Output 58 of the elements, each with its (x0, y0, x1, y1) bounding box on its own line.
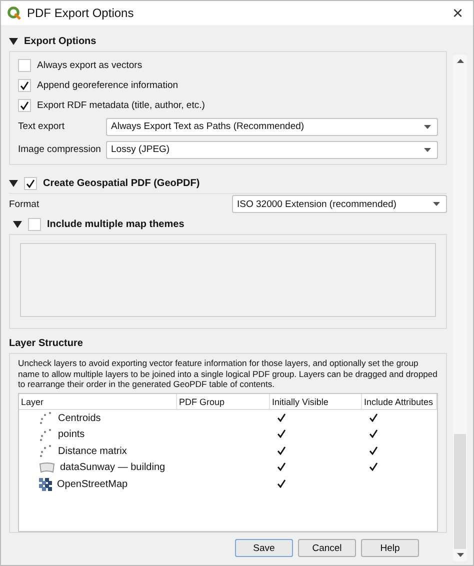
section-title: Include multiple map themes (47, 218, 184, 230)
points-layer-icon (39, 428, 53, 441)
field-label: Text export (18, 121, 66, 132)
checkbox[interactable] (18, 58, 31, 72)
layer-name: OpenStreetMap (57, 478, 128, 490)
scrollbar-thumb[interactable] (454, 434, 466, 549)
points-layer-icon (39, 445, 53, 458)
scroll-up-icon[interactable] (456, 59, 464, 63)
app-logo-icon (7, 6, 21, 20)
raster-layer-icon (39, 478, 52, 491)
checkbox[interactable] (368, 412, 379, 423)
dropdown[interactable]: Always Export Text as Paths (Recommended) (106, 118, 438, 136)
layer-name: dataSunway — building (60, 462, 166, 474)
checkbox-label: Export RDF metadata (title, author, etc.) (37, 100, 205, 110)
polygon-layer-icon (39, 462, 55, 474)
dropdown[interactable]: ISO 32000 Extension (recommended) (232, 195, 447, 213)
checkbox[interactable] (276, 412, 287, 423)
checkbox[interactable] (368, 428, 379, 440)
field-label: Format (9, 198, 40, 210)
checkbox[interactable] (276, 444, 287, 456)
layer-name: Distance matrix (58, 446, 127, 457)
caret-icon (424, 124, 431, 128)
caret-icon (433, 202, 440, 206)
points-layer-icon (39, 412, 53, 424)
section-title: Layer Structure (9, 338, 83, 348)
section-title: Create Geospatial PDF (GeoPDF) (43, 178, 200, 188)
layer-name: Centroids (58, 412, 101, 424)
caret-icon (424, 148, 431, 152)
collapse-icon[interactable] (9, 178, 18, 188)
section-title: Export Options (24, 36, 96, 46)
collapse-icon[interactable] (13, 220, 22, 228)
checkbox[interactable] (18, 98, 31, 112)
cancel-button[interactable]: Cancel (298, 539, 356, 557)
checkbox[interactable] (24, 176, 37, 190)
close-button[interactable]: × (448, 4, 467, 22)
help-button[interactable]: Help (361, 539, 419, 557)
layer-name: points (58, 429, 85, 440)
column-header[interactable]: PDF Group (177, 394, 270, 410)
checkbox-label: Append georeference information (37, 80, 178, 90)
collapse-icon[interactable] (9, 36, 18, 46)
checkbox[interactable] (368, 444, 379, 456)
column-header[interactable]: Include Attributes (362, 394, 437, 410)
column-header[interactable]: Initially Visible (270, 394, 362, 410)
save-button[interactable]: Save (235, 539, 293, 557)
checkbox[interactable] (276, 428, 287, 440)
checkbox[interactable] (28, 218, 41, 230)
dropdown[interactable]: Lossy (JPEG) (106, 140, 438, 158)
checkbox[interactable] (18, 78, 31, 92)
description-text: Uncheck layers to avoid exporting vector feature information for those layers, and optionally set the group name to allow multiple layers to be joined into a single logical PDF group. Layers can be dragged and dropped to rearrange their order in the generated GeoPDF table of contents. (18, 358, 438, 390)
checkbox[interactable] (276, 461, 287, 472)
checkbox-label: Always export as vectors (37, 60, 142, 70)
scrollbar[interactable] (453, 55, 467, 561)
scroll-down-icon[interactable] (456, 553, 464, 557)
checkbox[interactable] (368, 461, 379, 472)
column-header[interactable]: Layer (19, 394, 177, 410)
window-title: PDF Export Options (27, 6, 135, 20)
field-label: Image compression (18, 144, 102, 155)
checkbox[interactable] (276, 478, 287, 489)
